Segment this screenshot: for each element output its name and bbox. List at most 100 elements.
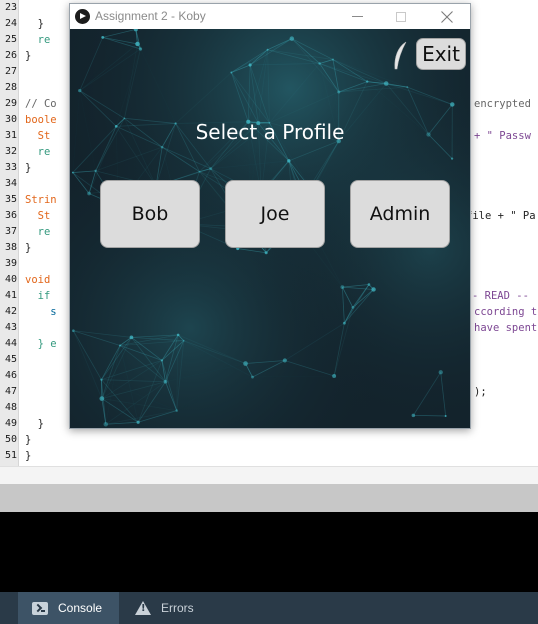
code-line-38: } (25, 240, 31, 256)
code-line-35: Strin (25, 192, 57, 208)
code-line-42: s (25, 304, 57, 320)
code-line-49: } (25, 416, 44, 432)
code-fragment: s (50, 306, 57, 318)
editor-status-strip (0, 484, 538, 512)
line-number: 37 (4, 226, 17, 237)
line-number: 38 (4, 242, 17, 253)
code-fragment: } (25, 162, 32, 174)
tab-console-label: Console (58, 601, 103, 615)
code-line-50: } (25, 432, 31, 448)
line-number: 35 (4, 194, 17, 205)
code-line-37: re (25, 224, 51, 240)
code-fragment: } (25, 434, 32, 446)
line-number: 46 (4, 370, 17, 381)
console-tab-bar: Console Errors (0, 592, 538, 624)
code-fragment: } (25, 450, 32, 462)
code-line-29: // Co (25, 96, 57, 112)
code-line-31-right: + " Passw (474, 128, 531, 144)
code-fragment: } (37, 418, 44, 430)
maximize-button[interactable] (379, 4, 423, 29)
code-fragment: Strin (25, 194, 57, 206)
code-line-32: re (25, 144, 51, 160)
line-number: 28 (4, 82, 17, 93)
minimize-button[interactable] (335, 4, 379, 29)
minimize-icon (351, 16, 363, 17)
editor-divider[interactable] (0, 466, 538, 484)
line-number: 32 (4, 146, 17, 157)
line-number: 45 (4, 354, 17, 365)
line-number: 26 (4, 50, 17, 61)
code-fragment: boole (25, 114, 57, 126)
app-canvas[interactable]: Select a Profile Bob Joe Admin Exit (70, 29, 470, 428)
code-line-24: } (25, 18, 44, 30)
code-comment: encrypted (474, 98, 531, 110)
code-fragment: file + " Pa (466, 210, 536, 222)
code-line-41-right: - READ -- (472, 288, 529, 304)
tab-errors-label: Errors (161, 601, 194, 615)
code-line-44: } e (25, 336, 57, 352)
code-fragment: + " Passw (474, 130, 531, 142)
quill-icon (394, 41, 407, 70)
line-number: 34 (4, 178, 17, 189)
code-line-36: St (25, 208, 51, 224)
profile-button-joe[interactable]: Joe (225, 180, 325, 248)
warning-icon (135, 601, 151, 615)
code-fragment: } (25, 50, 32, 62)
code-line-25: re (25, 32, 51, 48)
exit-button[interactable]: Exit (416, 38, 466, 70)
code-line-31: St (25, 128, 51, 144)
code-line-41: if (25, 288, 51, 304)
code-line-47-right: ); (474, 384, 487, 400)
line-number: 51 (4, 450, 17, 461)
code-line-30: boole (25, 112, 57, 128)
line-number: 49 (4, 418, 17, 429)
close-icon (441, 10, 453, 23)
line-number: 39 (4, 258, 17, 269)
close-button[interactable] (425, 4, 469, 29)
window-titlebar[interactable]: Assignment 2 - Koby (70, 4, 470, 29)
code-line-29-right: encrypted (474, 96, 531, 112)
code-fragment: St (37, 210, 51, 222)
console-output[interactable] (0, 512, 538, 592)
code-line-40: void (25, 272, 50, 288)
line-number: 23 (4, 2, 17, 13)
code-line-36-right: file + " Pa (466, 208, 536, 224)
code-fragment: St (37, 130, 51, 142)
line-number: 25 (4, 34, 17, 45)
code-fragment: } e (37, 338, 57, 350)
profile-button-admin[interactable]: Admin (350, 180, 450, 248)
app-window: Assignment 2 - Koby Select a Profile Bob… (69, 3, 471, 429)
line-number: 40 (4, 274, 17, 285)
code-fragment: re (37, 34, 51, 46)
code-line-42-right: ccording to (474, 304, 538, 320)
profile-button-bob[interactable]: Bob (100, 180, 200, 248)
select-profile-heading: Select a Profile (195, 120, 345, 144)
line-number: 27 (4, 66, 17, 77)
code-line-33: } (25, 160, 31, 176)
code-line-43-right: have spent (474, 320, 537, 336)
line-number: 30 (4, 114, 17, 125)
tab-errors[interactable]: Errors (121, 592, 206, 624)
code-fragment: ); (474, 386, 487, 398)
line-number: 42 (4, 306, 17, 317)
code-line-26: } (25, 48, 31, 64)
line-number: 31 (4, 130, 17, 141)
code-fragment: have spent (474, 322, 538, 334)
line-number: 48 (4, 402, 17, 413)
line-number: 50 (4, 434, 17, 445)
line-number: 36 (4, 210, 17, 221)
maximize-icon (396, 11, 406, 22)
code-comment: // Co (25, 98, 57, 110)
terminal-icon (32, 601, 48, 615)
code-fragment: ccording to (474, 306, 538, 318)
line-number: 47 (4, 386, 17, 397)
code-fragment: re (37, 226, 51, 238)
line-number: 44 (4, 338, 17, 349)
code-fragment: re (37, 146, 51, 158)
processing-app-icon (75, 9, 90, 24)
tab-console[interactable]: Console (18, 592, 119, 624)
line-number: 29 (4, 98, 17, 109)
window-title: Assignment 2 - Koby (95, 9, 206, 23)
code-fragment: void (25, 274, 51, 286)
line-number: 24 (4, 18, 17, 29)
